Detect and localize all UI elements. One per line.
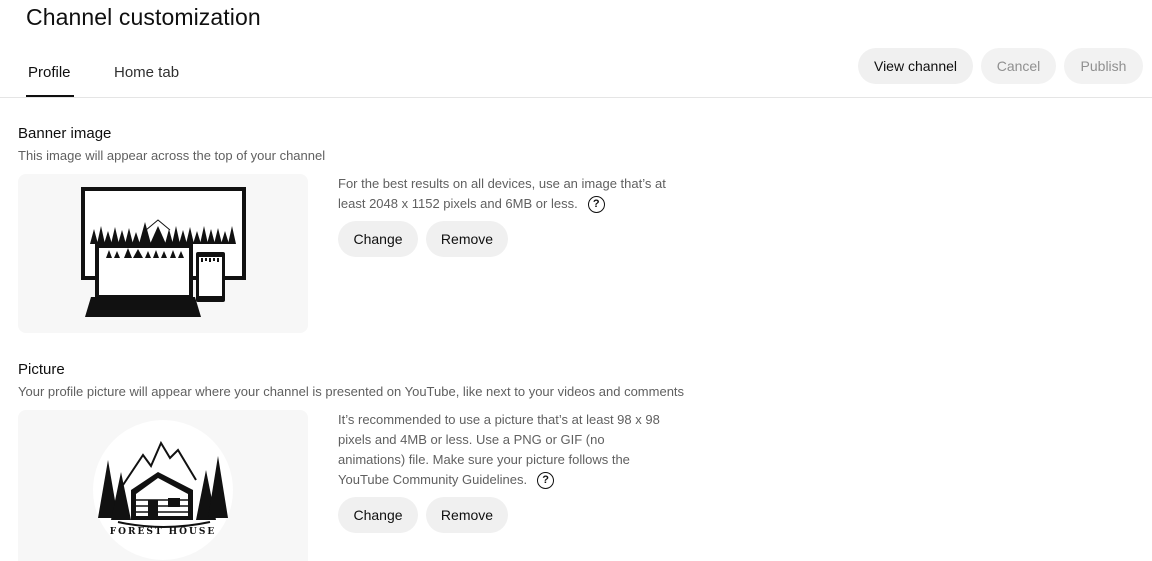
banner-remove-button[interactable]: Remove — [426, 221, 508, 257]
page-title: Channel customization — [26, 4, 261, 30]
tab-profile[interactable]: Profile — [26, 64, 74, 97]
picture-remove-button[interactable]: Remove — [426, 497, 508, 533]
picture-description: Your profile picture will appear where y… — [18, 384, 685, 399]
publish-button[interactable]: Publish — [1064, 48, 1143, 84]
picture-change-button[interactable]: Change — [338, 497, 418, 533]
question-circle-icon[interactable]: ? — [587, 196, 605, 214]
banner-title: Banner image — [18, 125, 112, 142]
tab-home[interactable]: Home tab — [114, 64, 179, 81]
picture-title: Picture — [18, 361, 65, 378]
tab-profile-label: Profile — [28, 64, 71, 81]
picture-info-text: It’s recommended to use a picture that’s… — [338, 412, 660, 487]
banner-change-button[interactable]: Change — [338, 221, 418, 257]
banner-description: This image will appear across the top of… — [18, 148, 326, 163]
active-tab-indicator — [26, 95, 74, 97]
banner-info: For the best results on all devices, use… — [338, 174, 678, 214]
banner-info-text: For the best results on all devices, use… — [338, 176, 666, 211]
devices-illustration — [81, 187, 246, 317]
banner-preview — [18, 174, 308, 333]
cancel-button[interactable]: Cancel — [981, 48, 1056, 84]
tab-bar: Profile Home tab — [0, 52, 1152, 98]
question-circle-icon[interactable]: ? — [537, 472, 555, 490]
picture-info: It’s recommended to use a picture that’s… — [338, 410, 668, 490]
tab-home-label: Home tab — [114, 64, 180, 81]
logo-text: FOREST HOUSE — [109, 527, 217, 537]
view-channel-button[interactable]: View channel — [858, 48, 973, 84]
forest-house-logo — [93, 420, 233, 560]
picture-preview: FOREST HOUSE — [18, 410, 308, 561]
